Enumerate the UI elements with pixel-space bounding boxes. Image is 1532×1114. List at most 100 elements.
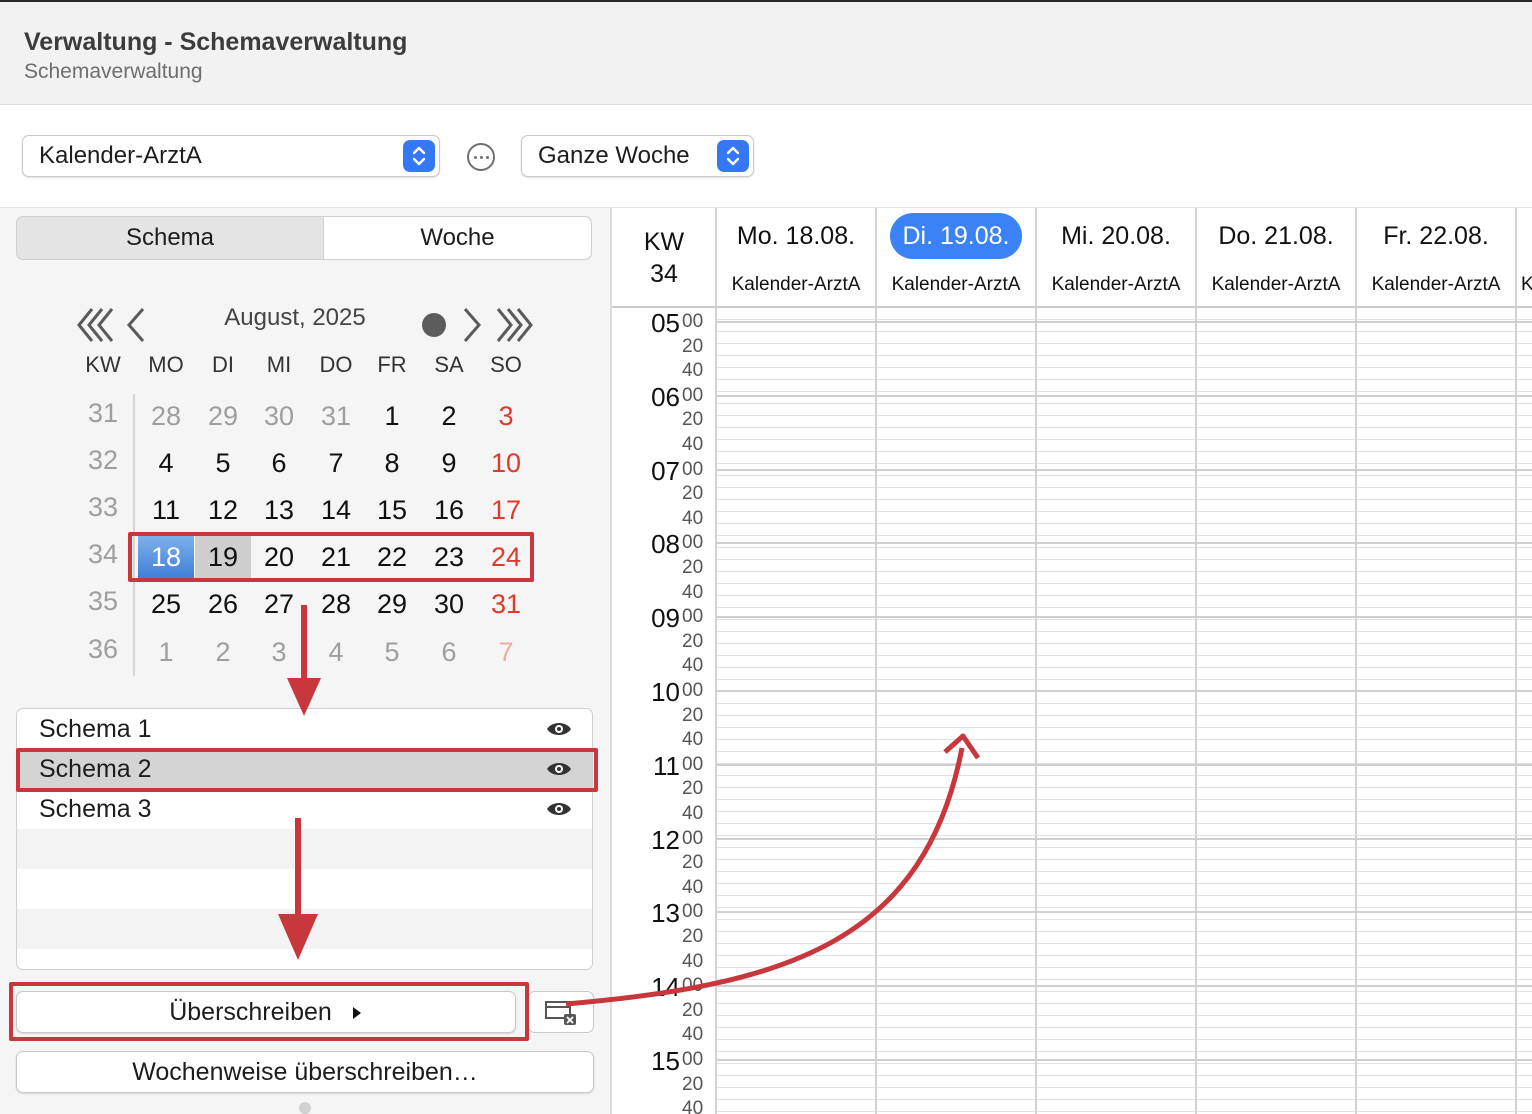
hour-line — [716, 616, 1532, 619]
double-chevron-left-icon[interactable] — [76, 306, 116, 344]
eye-icon[interactable] — [546, 801, 572, 817]
minute-label: 40 — [682, 1024, 704, 1046]
calendar-week-number[interactable]: 34 — [75, 539, 131, 570]
calendar-day[interactable]: 1 — [364, 394, 420, 438]
schema-row-1[interactable]: Schema 1 — [17, 709, 592, 749]
calendar-day[interactable]: 12 — [195, 488, 251, 532]
range-select-value: Ganze Woche — [538, 142, 690, 169]
day-column-header[interactable]: Di. 19.08. Kalender-ArztA — [876, 208, 1036, 306]
calendar-day[interactable]: 29 — [195, 394, 251, 438]
calendar-select[interactable]: Kalender-ArztA — [22, 135, 440, 177]
calendar-day[interactable]: 31 — [478, 582, 534, 626]
hour-line — [716, 837, 1532, 840]
calendar-day[interactable]: 13 — [251, 488, 307, 532]
calendar-day[interactable]: 5 — [364, 630, 420, 674]
overwrite-weekly-button[interactable]: Wochenweise überschreiben… — [16, 1051, 594, 1093]
minute-label: 40 — [682, 876, 704, 898]
minute-label: 20 — [682, 852, 704, 874]
calendar-header-6: SA — [434, 352, 464, 377]
minute-label: 20 — [682, 630, 704, 652]
clear-window-button[interactable] — [528, 991, 594, 1033]
minute-label: 40 — [682, 581, 704, 603]
calendar-day[interactable]: 25 — [138, 582, 194, 626]
calendar-day[interactable]: 2 — [195, 630, 251, 674]
calendar-day[interactable]: 7 — [478, 630, 534, 674]
minute-label: 20 — [682, 778, 704, 800]
hour-label: 08 — [651, 529, 680, 560]
calendar-week-number[interactable]: 33 — [75, 492, 131, 523]
calendar-day[interactable]: 29 — [364, 582, 420, 626]
calendar-day[interactable]: 28 — [308, 582, 364, 626]
calendar-week-number[interactable]: 31 — [75, 398, 131, 429]
eye-icon[interactable] — [546, 721, 572, 737]
calendar-day[interactable]: 6 — [421, 630, 477, 674]
calendar-day[interactable]: 27 — [251, 582, 307, 626]
calendar-header-7: SO — [490, 352, 522, 377]
segment-woche[interactable]: Woche — [323, 217, 591, 259]
calendar-day[interactable]: 26 — [195, 582, 251, 626]
calendar-week-number[interactable]: 36 — [75, 634, 131, 665]
calendar-day[interactable]: 15 — [364, 488, 420, 532]
calendar-day[interactable]: 16 — [421, 488, 477, 532]
time-slots-area[interactable] — [716, 308, 1532, 1114]
calendar-day[interactable]: 30 — [251, 394, 307, 438]
minute-label: 00 — [682, 606, 704, 628]
calendar-day[interactable]: 8 — [364, 441, 420, 485]
calendar-day[interactable]: 3 — [478, 394, 534, 438]
calendar-day[interactable]: 3 — [251, 630, 307, 674]
day-column-header[interactable]: K — [1516, 208, 1532, 306]
calendar-day[interactable]: 11 — [138, 488, 194, 532]
chevron-right-icon[interactable] — [462, 306, 484, 344]
calendar-day[interactable]: 14 — [308, 488, 364, 532]
minute-label: 40 — [682, 803, 704, 824]
hour-line — [716, 542, 1532, 545]
today-dot-icon[interactable] — [422, 313, 446, 337]
ellipsis-circle-icon[interactable] — [467, 143, 495, 171]
day-calendar-name: Kalender-ArztA — [1211, 274, 1341, 295]
day-label: Mi. 20.08. — [1061, 222, 1171, 250]
calendar-day[interactable]: 4 — [138, 441, 194, 485]
minute-label: 40 — [682, 360, 704, 382]
minute-label: 40 — [682, 950, 704, 972]
calendar-day[interactable]: 17 — [478, 488, 534, 532]
calendar-month-label: August, 2025 — [224, 304, 366, 331]
calendar-day[interactable]: 30 — [421, 582, 477, 626]
kw-number: 34 — [650, 260, 678, 288]
calendar-day[interactable]: 28 — [138, 394, 194, 438]
double-chevron-right-icon[interactable] — [494, 306, 534, 344]
day-column-header[interactable]: Fr. 22.08. Kalender-ArztA — [1356, 208, 1516, 306]
calendar-day[interactable]: 2 — [421, 394, 477, 438]
updown-stepper-icon — [403, 140, 435, 172]
day-column-header[interactable]: Mo. 18.08. Kalender-ArztA — [716, 208, 876, 306]
minute-label: 20 — [682, 409, 704, 431]
day-column-divider — [1195, 208, 1197, 1114]
minute-label: 40 — [682, 655, 704, 677]
highlight-week-34 — [128, 532, 534, 582]
segment-schema[interactable]: Schema — [17, 217, 323, 259]
hour-label: 15 — [651, 1046, 680, 1076]
range-select[interactable]: Ganze Woche — [521, 135, 754, 177]
day-label: Fr. 22.08. — [1383, 222, 1489, 250]
calendar-day[interactable]: 31 — [308, 394, 364, 438]
calendar-day[interactable]: 7 — [308, 441, 364, 485]
calendar-day[interactable]: 10 — [478, 441, 534, 485]
calendar-day[interactable]: 4 — [308, 630, 364, 674]
day-column-header[interactable]: Do. 21.08. Kalender-ArztA — [1196, 208, 1356, 306]
empty-row — [17, 909, 592, 949]
day-column-header[interactable]: Mi. 20.08. Kalender-ArztA — [1036, 208, 1196, 306]
calendar-day[interactable]: 5 — [195, 441, 251, 485]
schema-row-3[interactable]: Schema 3 — [17, 789, 592, 829]
calendar-header-4: DO — [319, 352, 353, 377]
minute-label: 00 — [682, 532, 704, 554]
calendar-day[interactable]: 9 — [421, 441, 477, 485]
calendar-week-number[interactable]: 35 — [75, 586, 131, 617]
calendar-day[interactable]: 6 — [251, 441, 307, 485]
chevron-left-icon[interactable] — [124, 306, 146, 344]
schema-name: Schema 3 — [39, 795, 152, 823]
hour-label: 09 — [651, 603, 680, 634]
schema-name: Schema 1 — [39, 715, 152, 743]
day-label-today: Di. 19.08. — [890, 213, 1022, 259]
hour-label: 13 — [651, 898, 680, 929]
calendar-week-number[interactable]: 32 — [75, 445, 131, 476]
calendar-day[interactable]: 1 — [138, 630, 194, 674]
